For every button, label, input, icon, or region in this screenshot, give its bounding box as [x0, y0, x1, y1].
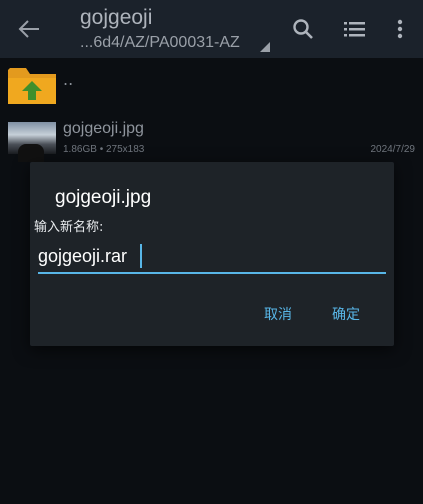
search-icon: [293, 19, 313, 39]
file-meta: 1.86GB • 275x183: [63, 144, 145, 155]
rename-input-wrap: [38, 242, 386, 274]
file-thumbnail: [8, 122, 56, 162]
cancel-button[interactable]: 取消: [258, 300, 298, 328]
more-options-button[interactable]: [385, 14, 415, 44]
folder-up-icon: [8, 68, 56, 104]
back-button[interactable]: [12, 14, 46, 44]
back-arrow-icon: [18, 20, 39, 38]
list-view-button[interactable]: [340, 14, 370, 44]
parent-folder-label: ..: [63, 70, 74, 89]
path-dropdown-icon[interactable]: [260, 42, 270, 52]
file-date: 2024/7/29: [370, 144, 416, 155]
search-button[interactable]: [288, 14, 318, 44]
parent-folder-row[interactable]: ..: [0, 58, 423, 114]
file-name: gojgeoji.jpg: [63, 120, 144, 137]
rename-input[interactable]: [38, 242, 378, 270]
rename-dialog: gojgeoji.jpg 输入新名称: 取消 确定: [30, 162, 394, 346]
page-title: gojgeoji: [80, 6, 153, 29]
text-caret: [140, 244, 142, 268]
input-underline: [38, 272, 386, 274]
rename-label: 输入新名称:: [34, 220, 104, 235]
confirm-button[interactable]: 确定: [326, 300, 366, 328]
more-vert-icon: [397, 19, 403, 39]
file-row[interactable]: gojgeoji.jpg 1.86GB • 275x183 2024/7/29: [0, 114, 423, 164]
list-view-icon: [344, 22, 365, 37]
path-breadcrumb[interactable]: ...6d4/AZ/PA00031-AZ: [80, 34, 240, 52]
app-bar: gojgeoji ...6d4/AZ/PA00031-AZ: [0, 0, 423, 58]
dialog-title: gojgeoji.jpg: [55, 187, 152, 208]
